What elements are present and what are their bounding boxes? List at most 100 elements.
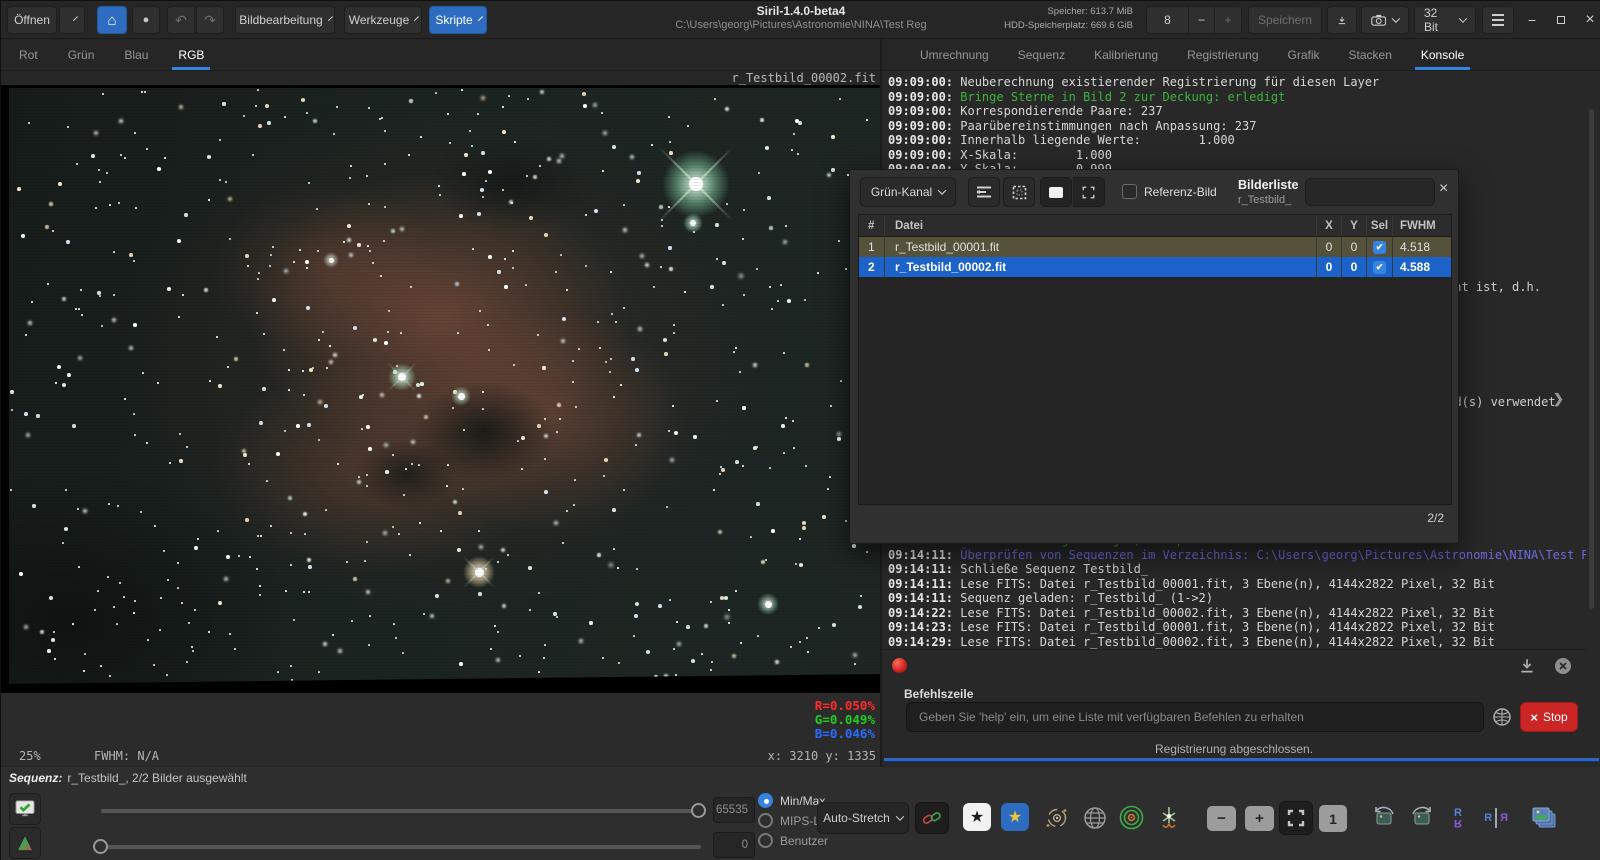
mirror-vertical-button[interactable]: R R	[1443, 803, 1473, 833]
spinner-plus-button[interactable]: +	[1215, 7, 1241, 33]
tab-blau[interactable]: Blau	[122, 39, 150, 70]
home-button[interactable]: ⌂	[97, 6, 127, 34]
tab-kalibrierung[interactable]: Kalibrierung	[1092, 39, 1160, 70]
open-button[interactable]: Öffnen	[7, 6, 57, 34]
tab-rot[interactable]: Rot	[17, 39, 40, 70]
clear-log-button[interactable]	[1554, 657, 1574, 677]
col-x[interactable]: X	[1317, 215, 1342, 236]
display-mode-button[interactable]	[9, 793, 41, 825]
tab-registrierung[interactable]: Registrierung	[1185, 39, 1260, 70]
tab-grafik[interactable]: Grafik	[1286, 39, 1322, 70]
row-sel-cell[interactable]: ✔	[1367, 237, 1393, 257]
reference-image-checkbox[interactable]	[1122, 184, 1137, 199]
zoom-100-button[interactable]: 1	[1319, 805, 1347, 832]
console-line: 09:14:29: Lese FITS: Datei r_Testbild_00…	[888, 635, 1586, 650]
save-button[interactable]: Speichern	[1248, 6, 1322, 34]
row-sel-cell[interactable]: ✔	[1367, 257, 1393, 277]
undo-depth-value[interactable]: 8	[1147, 7, 1189, 33]
undo-button[interactable]: ↶	[167, 6, 195, 34]
console-toolbar	[882, 651, 1586, 683]
tab-sequenz[interactable]: Sequenz	[1016, 39, 1067, 70]
star-detection-toggle[interactable]: ★	[963, 803, 991, 831]
download-icon	[1518, 657, 1536, 675]
menu-skripte[interactable]: Skripte	[429, 6, 487, 34]
color-gamut-button[interactable]	[9, 827, 41, 859]
save-as-button[interactable]	[1327, 6, 1357, 34]
photometry-button[interactable]: ★	[1001, 803, 1029, 831]
zoom-in-button[interactable]: +	[1245, 806, 1274, 831]
command-help-button[interactable]	[1492, 707, 1512, 727]
list-view-button[interactable]	[968, 177, 1000, 207]
low-level-slider[interactable]	[101, 845, 701, 849]
window-minimize-button[interactable]: −	[1521, 10, 1543, 30]
progress-bar	[884, 758, 1599, 761]
dialog-close-button[interactable]: ×	[1439, 180, 1448, 198]
tab-umrechnung[interactable]: Umrechnung	[918, 39, 991, 70]
radio-mips[interactable]	[758, 813, 773, 828]
record-button[interactable]: ●	[132, 6, 160, 34]
high-slider-handle[interactable]	[691, 803, 706, 818]
snapshot-button[interactable]	[1361, 6, 1409, 34]
registration-target-button[interactable]	[1118, 804, 1145, 831]
command-input[interactable]	[906, 702, 1484, 732]
tab-rgb[interactable]: RGB	[176, 39, 206, 70]
radio-benutzer[interactable]	[758, 833, 773, 848]
annotation-button[interactable]	[1040, 177, 1072, 207]
stop-button[interactable]: × Stop	[1520, 702, 1578, 732]
tab-gruen[interactable]: Grün	[66, 39, 97, 70]
menu-werkzeuge[interactable]: Werkzeuge	[344, 6, 422, 34]
high-level-value[interactable]: 65535	[713, 797, 755, 823]
world-coordinates-button[interactable]	[1081, 804, 1108, 831]
astrometry-button[interactable]	[1043, 804, 1070, 831]
zoom-out-button[interactable]: −	[1207, 806, 1236, 831]
rotate-right-button[interactable]	[1407, 803, 1437, 833]
image-viewer[interactable]	[1, 85, 880, 693]
high-level-slider[interactable]	[101, 809, 701, 813]
table-row[interactable]: 2r_Testbild_00002.fit00✔4.588	[859, 257, 1451, 277]
table-row[interactable]: 1r_Testbild_00001.fit00✔4.518	[859, 237, 1451, 257]
stretch-mode-dropdown[interactable]: Auto-Stretch	[817, 802, 909, 834]
chevron-down-icon	[1459, 14, 1467, 22]
window-maximize-button[interactable]	[1550, 10, 1572, 30]
menu-bildbearbeitung[interactable]: Bildbearbeitung	[235, 6, 335, 34]
dialog-title: Bilderliste	[1238, 178, 1298, 192]
tab-konsole[interactable]: Konsole	[1419, 39, 1466, 70]
rotate-left-button[interactable]	[1369, 803, 1399, 833]
star-icon: ★	[1008, 807, 1022, 827]
main-menu-button[interactable]	[1482, 6, 1514, 34]
redo-button[interactable]: ↷	[196, 6, 224, 34]
blue-value: B=0.046%	[815, 727, 875, 741]
export-log-button[interactable]	[1518, 657, 1538, 677]
window-close-button[interactable]: ×	[1579, 10, 1600, 30]
col-y[interactable]: Y	[1342, 215, 1367, 236]
fullscreen-button[interactable]	[1073, 177, 1105, 207]
undo-depth-spinner[interactable]: 8 − +	[1146, 6, 1242, 34]
row-selected-checkbox[interactable]: ✔	[1373, 261, 1386, 274]
row-selected-checkbox[interactable]: ✔	[1373, 241, 1386, 254]
bit-depth-selector[interactable]: 32 Bit	[1414, 6, 1476, 34]
record-log-indicator[interactable]	[892, 658, 907, 673]
channel-link-button[interactable]	[915, 802, 949, 834]
psf-button[interactable]	[1155, 804, 1182, 831]
col-fwhm[interactable]: FWHM	[1393, 215, 1451, 236]
tab-stacken[interactable]: Stacken	[1347, 39, 1394, 70]
search-box[interactable]	[1305, 178, 1435, 206]
plus-icon: +	[1255, 810, 1264, 827]
col-number[interactable]: #	[859, 215, 885, 236]
sequence-frames-button[interactable]	[1525, 800, 1561, 836]
low-level-value[interactable]: 0	[713, 832, 755, 858]
low-slider-handle[interactable]	[93, 839, 108, 854]
spinner-minus-button[interactable]: −	[1189, 7, 1215, 33]
selection-frame-button[interactable]	[1003, 177, 1035, 207]
open-dropdown-button[interactable]	[59, 6, 85, 34]
undo-icon: ↶	[175, 12, 187, 29]
panel-expand-chevron[interactable]: ❯	[1553, 391, 1564, 407]
search-input[interactable]	[1320, 185, 1435, 199]
col-datei[interactable]: Datei	[885, 215, 1317, 236]
zoom-fit-button[interactable]	[1279, 801, 1313, 835]
col-sel[interactable]: Sel	[1367, 215, 1393, 236]
radio-minmax[interactable]	[758, 793, 773, 808]
mirror-horizontal-button[interactable]: R R	[1481, 803, 1511, 833]
channel-selector-dropdown[interactable]: Grün-Kanal	[860, 177, 956, 207]
console-scrollbar[interactable]	[1589, 109, 1594, 609]
